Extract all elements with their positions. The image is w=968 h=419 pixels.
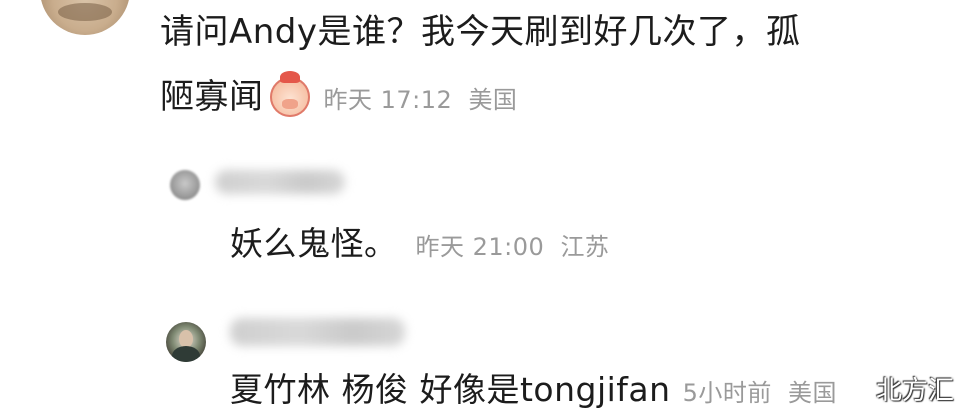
reply-2-text: 夏竹林 杨俊 好像是tongjifan [230, 370, 671, 409]
reply-1-avatar[interactable] [170, 170, 200, 200]
comment-text-line-1: 请问Andy是谁？我今天刷到好几次了，孤 [160, 12, 801, 52]
comment-second-line: 陋寡闻 昨天 17:12 美国 [160, 71, 518, 119]
reply-2-location: 美国 [787, 378, 837, 407]
reply-2-avatar[interactable] [166, 322, 206, 362]
reply-1-text: 妖么鬼怪。 [230, 224, 398, 263]
comment-time: 昨天 17:12 [323, 85, 453, 114]
reply-1-username-blurred[interactable] [215, 170, 345, 194]
reply-1-location: 江苏 [560, 232, 610, 261]
comment-location: 美国 [468, 85, 518, 114]
watermark: 北方汇 [875, 376, 954, 406]
praying-face-emoji-icon [269, 71, 310, 117]
reply-2-username-blurred[interactable] [230, 318, 405, 346]
reply-2-meta: 5小时前 美国 [683, 373, 837, 408]
reply-1-time: 昨天 21:00 [415, 232, 545, 261]
commenter-avatar[interactable] [40, 0, 130, 35]
comment-text-line-2: 陋寡闻 [160, 77, 264, 117]
reply-1-meta: 昨天 21:00 江苏 [416, 227, 610, 262]
reply-2-time: 5小时前 [682, 378, 772, 407]
reply-1: 妖么鬼怪。 昨天 21:00 江苏 [230, 222, 609, 266]
comment-meta: 昨天 17:12 美国 [324, 80, 518, 115]
reply-2: 夏竹林 杨俊 好像是tongjifan 5小时前 美国 [230, 368, 837, 412]
